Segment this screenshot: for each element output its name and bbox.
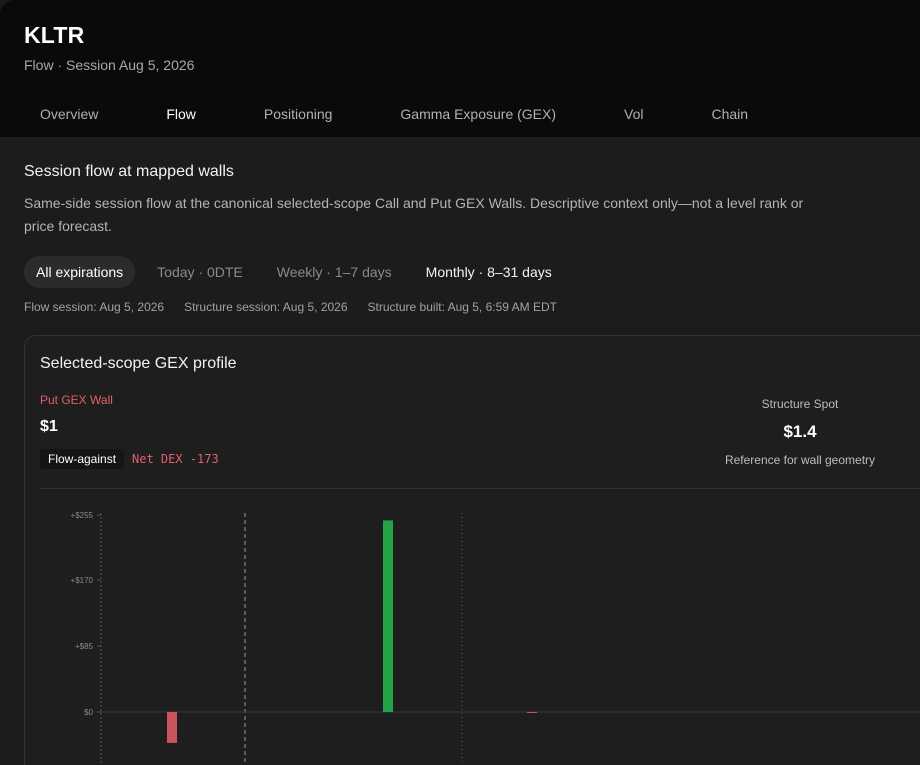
y-tick-label: +$85 — [75, 642, 94, 651]
section-title: Session flow at mapped walls — [24, 163, 234, 180]
chart-bars — [167, 520, 537, 743]
structure-spot-value: $1.4 — [783, 422, 817, 441]
y-tick-label: +$255 — [71, 511, 94, 520]
put-wall-value: $1 — [40, 418, 58, 435]
session-meta: Flow session: Aug 5, 2026 Structure sess… — [24, 300, 577, 314]
tab-bar: Overview Flow Positioning Gamma Exposure… — [24, 106, 800, 126]
filter-all-expirations[interactable]: All expirations — [24, 256, 136, 288]
flow-row: Flow-against Net DEX -173 — [40, 449, 219, 469]
gex-profile-card: Selected-scope GEX profile Put GEX Wall … — [24, 335, 920, 765]
tab-flow[interactable]: Flow — [150, 106, 212, 126]
y-axis-ticks: +$255 +$170 +$85 $0 — [71, 511, 101, 717]
structure-spot-reference: Reference for wall geometry — [724, 453, 876, 467]
ticker-symbol: KLTR — [24, 22, 85, 48]
structure-built: Structure built: Aug 5, 6:59 AM EDT — [367, 300, 557, 314]
filter-monthly[interactable]: Monthly · 8–31 days — [414, 256, 564, 288]
card-title: Selected-scope GEX profile — [40, 355, 237, 372]
filter-today-0dte[interactable]: Today · 0DTE — [145, 256, 255, 288]
structure-spot-label: Structure Spot — [761, 397, 839, 411]
put-wall-label: Put GEX Wall — [40, 393, 113, 407]
tab-chain[interactable]: Chain — [696, 106, 765, 126]
tab-gamma-exposure[interactable]: Gamma Exposure (GEX) — [384, 106, 572, 126]
y-tick-label: +$170 — [71, 576, 94, 585]
filter-weekly[interactable]: Weekly · 1–7 days — [265, 256, 404, 288]
expiration-filter: All expirations Today · 0DTE Weekly · 1–… — [24, 256, 574, 288]
app-frame: KLTR Flow · Session Aug 5, 2026 Overview… — [0, 0, 920, 765]
positive-gex-bar — [383, 520, 393, 712]
flow-session: Flow session: Aug 5, 2026 — [24, 300, 165, 314]
negative-gex-bar — [167, 712, 177, 743]
gex-bar-chart: +$255 +$170 +$85 $0 — [71, 511, 920, 765]
y-tick-label: $0 — [84, 708, 93, 717]
flow-against-badge: Flow-against — [40, 449, 125, 469]
header: KLTR Flow · Session Aug 5, 2026 Overview… — [0, 0, 920, 137]
structure-session: Structure session: Aug 5, 2026 — [184, 300, 348, 314]
tab-vol[interactable]: Vol — [608, 106, 659, 126]
negative-gex-bar — [527, 712, 537, 713]
net-dex-value: Net DEX -173 — [132, 452, 219, 466]
tab-positioning[interactable]: Positioning — [248, 106, 349, 126]
header-subtitle: Flow · Session Aug 5, 2026 — [24, 57, 195, 73]
card-divider — [40, 488, 920, 489]
section-description: Same-side session flow at the canonical … — [24, 195, 804, 234]
tab-overview[interactable]: Overview — [24, 106, 114, 126]
